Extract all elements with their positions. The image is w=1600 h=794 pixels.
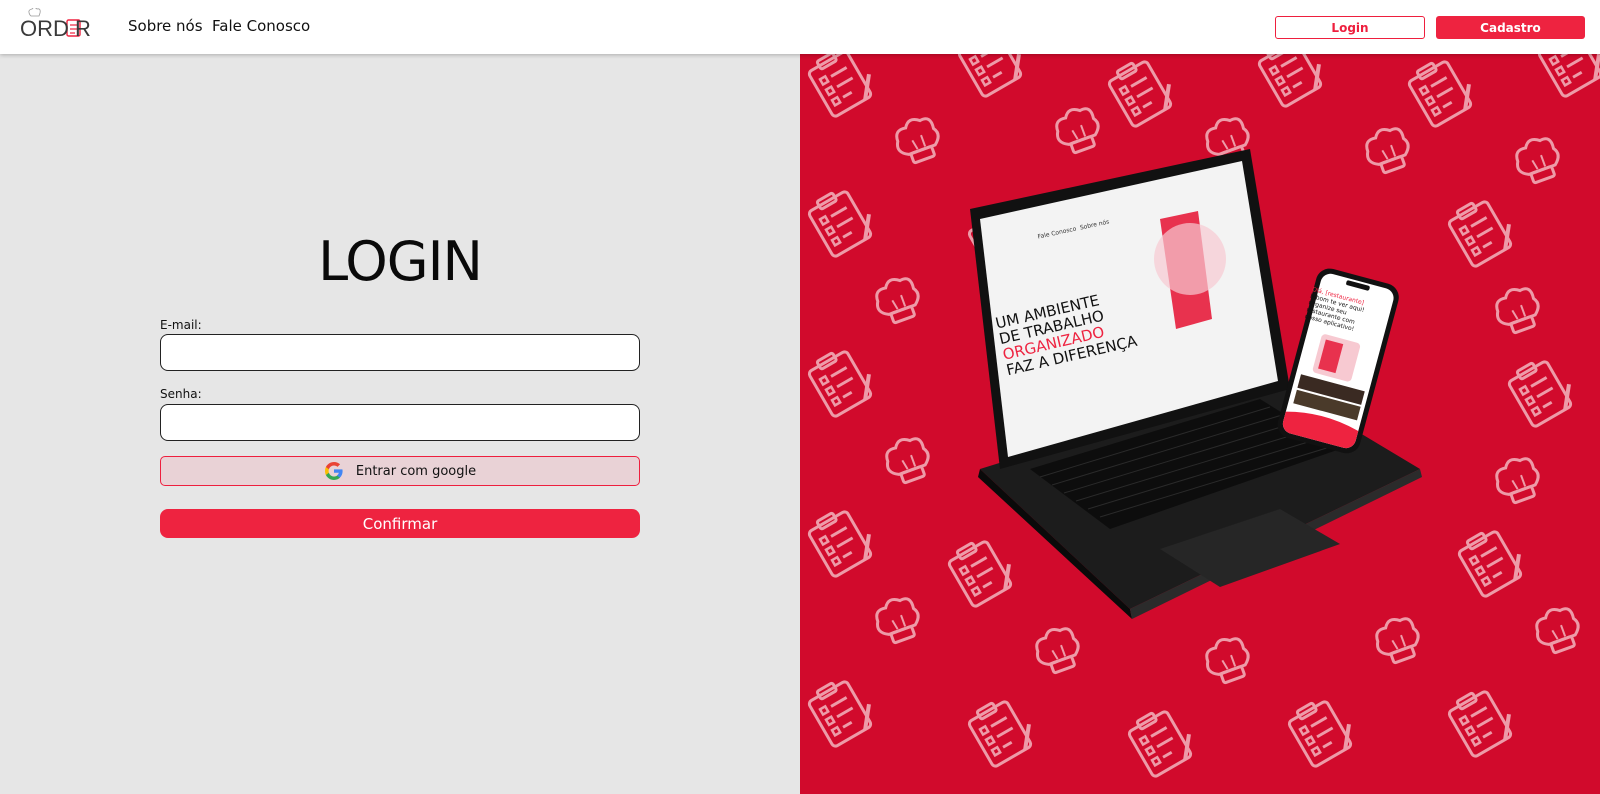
google-button-label: Entrar com google <box>355 463 477 479</box>
login-panel: LOGIN E-mail: Senha: Entrar com google C… <box>0 54 800 794</box>
nav-sobre-nos[interactable]: Sobre nós <box>128 17 203 35</box>
confirm-button[interactable]: Confirmar <box>160 509 640 538</box>
google-icon <box>324 462 343 480</box>
google-signin-button[interactable]: Entrar com google <box>160 456 640 486</box>
email-label: E-mail: <box>160 318 202 332</box>
password-field[interactable] <box>160 404 640 441</box>
login-button[interactable]: Login <box>1275 16 1425 39</box>
logo-text: ORD R <box>20 16 91 41</box>
promo-panel: Fale Conosco Sobre nós UM AMBIENTE DE TR… <box>800 54 1600 794</box>
page-title: LOGIN <box>318 230 483 293</box>
nav-fale-conosco[interactable]: Fale Conosco <box>212 17 310 35</box>
cadastro-button[interactable]: Cadastro <box>1436 16 1585 39</box>
top-navbar: ORD R Sobre nós Fale Conosco Login Cadas… <box>0 0 1600 54</box>
ordir-logo[interactable]: ORD R <box>20 7 98 44</box>
password-label: Senha: <box>160 387 202 401</box>
email-field[interactable] <box>160 334 640 371</box>
